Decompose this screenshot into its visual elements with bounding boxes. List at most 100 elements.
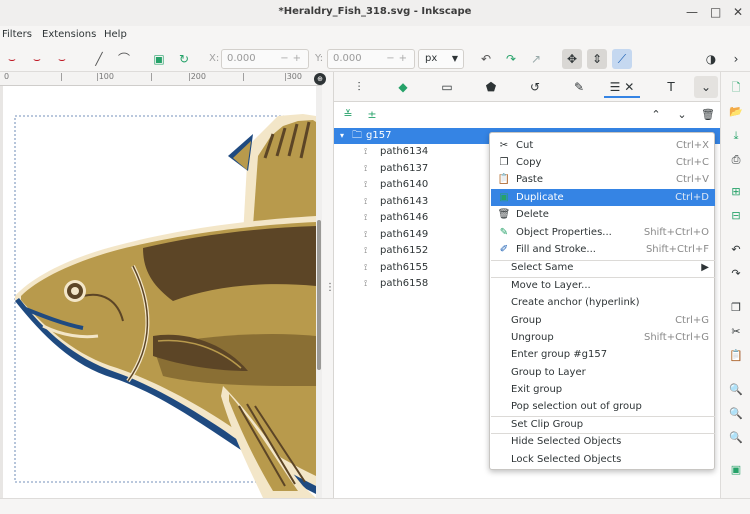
minimize-button[interactable]: — — [686, 5, 698, 19]
unit-dropdown[interactable]: px ▼ — [418, 49, 464, 69]
stroke-to-path-icon[interactable]: ↻ — [175, 50, 193, 68]
y-label: Y: — [315, 53, 324, 64]
menu-item-set-clip-group[interactable]: Set Clip Group — [491, 416, 715, 433]
menu-item-delete[interactable]: 🗑 Delete — [491, 206, 715, 223]
cut-icon[interactable]: ✂ — [728, 324, 744, 340]
tab-align-icon[interactable]: ⫶ — [344, 76, 374, 98]
show-transform-handles-icon[interactable]: ✥ — [562, 49, 582, 69]
node-smooth-icon[interactable]: ⌣ — [28, 50, 46, 68]
menu-extensions[interactable]: Extensions — [42, 29, 96, 40]
segment-curve-icon[interactable]: ⌒ — [115, 50, 133, 68]
x-value: 0.000 — [227, 53, 256, 64]
duplicate-icon[interactable]: ▣ — [728, 462, 744, 478]
menu-item-label: Group to Layer — [511, 367, 586, 378]
path-node-icon: ⟟ — [364, 263, 368, 273]
show-handles-icon[interactable]: ⇕ — [587, 49, 607, 69]
menu-item-group-to-layer[interactable]: Group to Layer — [491, 364, 715, 381]
path-effect-icon[interactable]: ↗ — [527, 50, 545, 68]
menu-item-object-properties[interactable]: ✎ Object Properties... Shift+Ctrl+O — [491, 224, 715, 241]
menu-item-select-same[interactable]: Select Same ▶ — [491, 259, 715, 276]
tab-fill-stroke-icon[interactable]: ◆ — [388, 76, 418, 98]
import-icon[interactable]: ⊞ — [728, 184, 744, 200]
menu-filters[interactable]: Filters — [2, 29, 32, 40]
new-document-icon[interactable]: 🗋 — [728, 80, 744, 96]
menu-help[interactable]: Help — [104, 29, 127, 40]
y-coordinate-input[interactable]: 0.000 −+ — [327, 49, 415, 69]
y-spin-icon[interactable]: −+ — [386, 50, 411, 68]
tree-row-label: path6152 — [380, 245, 429, 256]
trash-icon[interactable]: 🗑 — [700, 107, 716, 123]
redo-icon[interactable]: ↷ — [728, 266, 744, 282]
snap-dropdown-icon[interactable]: › — [727, 50, 745, 68]
menu-item-exit-group[interactable]: Exit group — [491, 381, 715, 398]
tab-text-font-icon[interactable]: T — [656, 76, 686, 98]
path-node-icon: ⟟ — [364, 197, 368, 207]
undo-icon[interactable]: ↶ — [728, 242, 744, 258]
zoom-correction-icon[interactable]: ⊕ — [314, 73, 326, 85]
menu-item-enter-group[interactable]: Enter group #g157 — [491, 346, 715, 363]
ruler-label: | — [60, 72, 63, 81]
export-icon[interactable]: ⊟ — [728, 208, 744, 224]
menu-item-fill-and-stroke[interactable]: ✐ Fill and Stroke... Shift+Ctrl+F — [491, 241, 715, 258]
tree-row-label: path6140 — [380, 179, 429, 190]
menu-item-create-anchor[interactable]: Create anchor (hyperlink) — [491, 294, 715, 311]
menu-item-label: Cut — [516, 140, 534, 151]
menu-item-group[interactable]: Group Ctrl+G — [491, 312, 715, 329]
menu-item-hide-selected[interactable]: Hide Selected Objects — [491, 433, 715, 450]
mask-icon[interactable]: ↷ — [502, 50, 520, 68]
menu-item-copy[interactable]: ❐ Copy Ctrl+C — [491, 154, 715, 171]
add-object-icon[interactable]: ± — [364, 107, 380, 123]
tab-layers-objects[interactable]: ☰ ✕ — [604, 76, 640, 98]
node-cusp-icon[interactable]: ⌣ — [3, 50, 21, 68]
open-file-icon[interactable]: 📂 — [728, 104, 744, 120]
maximize-button[interactable]: □ — [710, 5, 721, 19]
save-icon[interactable]: ⤓ — [728, 128, 744, 144]
segment-line-icon[interactable]: ╱ — [90, 50, 108, 68]
status-bar — [0, 498, 750, 514]
menu-item-duplicate[interactable]: ▣ Duplicate Ctrl+D — [491, 189, 715, 206]
menu-item-label: Group — [511, 315, 542, 326]
tab-transform-icon[interactable]: ↺ — [520, 76, 550, 98]
tree-row-label: path6134 — [380, 146, 429, 157]
snap-toggle-icon[interactable]: ◑ — [702, 50, 720, 68]
tab-document-properties-icon[interactable]: ▭ — [432, 76, 462, 98]
x-spin-icon[interactable]: −+ — [280, 50, 305, 68]
menu-item-pop-selection[interactable]: Pop selection out of group — [491, 398, 715, 415]
menu-item-label: Object Properties... — [516, 227, 612, 238]
paste-icon[interactable]: 📋 — [728, 348, 744, 364]
menu-item-lock-selected[interactable]: Lock Selected Objects — [491, 451, 715, 468]
drawing-canvas[interactable] — [3, 86, 316, 498]
tab-xml-editor-icon[interactable]: ⬟ — [476, 76, 506, 98]
x-coordinate-input[interactable]: 0.000 −+ — [221, 49, 309, 69]
menu-item-label: Create anchor (hyperlink) — [511, 297, 640, 308]
zoom-drawing-icon[interactable]: 🔍 — [728, 406, 744, 422]
path-node-icon: ⟟ — [364, 246, 368, 256]
tab-export-icon[interactable]: ✎ — [564, 76, 594, 98]
print-icon[interactable]: ⎙ — [728, 152, 744, 168]
node-symmetric-icon[interactable]: ⌣ — [53, 50, 71, 68]
menu-item-cut[interactable]: ✂ Cut Ctrl+X — [491, 137, 715, 154]
zoom-page-icon[interactable]: 🔍 — [728, 430, 744, 446]
move-down-icon[interactable]: ⌄ — [674, 107, 690, 123]
menu-item-label: Set Clip Group — [511, 419, 584, 430]
tab-menu-chevron-icon[interactable]: ⌄ — [694, 76, 718, 98]
menu-item-label: Enter group #g157 — [511, 349, 608, 360]
scrollbar-thumb[interactable] — [317, 220, 321, 370]
move-up-icon[interactable]: ⌃ — [648, 107, 664, 123]
close-button[interactable]: ✕ — [733, 5, 743, 19]
clip-path-icon[interactable]: ↶ — [477, 50, 495, 68]
add-layer-icon[interactable]: ≚ — [340, 107, 356, 123]
menu-item-label: Exit group — [511, 384, 563, 395]
menu-item-ungroup[interactable]: Ungroup Shift+Ctrl+G — [491, 329, 715, 346]
x-label: X: — [209, 53, 220, 64]
canvas-vertical-scrollbar[interactable] — [316, 86, 322, 498]
object-to-path-icon[interactable]: ▣ — [150, 50, 168, 68]
copy-icon[interactable]: ❐ — [728, 300, 744, 316]
fish-artwork[interactable] — [3, 86, 316, 498]
menu-item-paste[interactable]: 📋 Paste Ctrl+V — [491, 171, 715, 188]
show-path-outline-icon[interactable]: ⟋ — [612, 49, 632, 69]
zoom-selection-icon[interactable]: 🔍 — [728, 382, 744, 398]
menu-item-accel: Shift+Ctrl+F — [645, 244, 709, 255]
expander-icon[interactable]: ▾ — [340, 128, 344, 144]
menu-item-move-to-layer[interactable]: Move to Layer... — [491, 277, 715, 294]
